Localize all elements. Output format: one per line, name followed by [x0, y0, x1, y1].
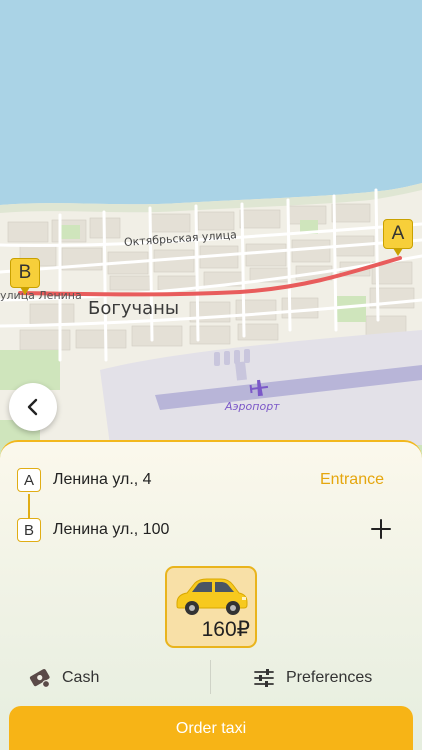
map-pin-a[interactable]: A — [383, 219, 413, 256]
tariff-price: 160₽ — [201, 618, 250, 641]
payment-method-label: Cash — [62, 669, 100, 686]
back-button[interactable] — [9, 383, 57, 431]
sliders-icon — [254, 669, 274, 687]
tariff-card[interactable]: 160₽ — [165, 566, 257, 648]
order-sheet: A Ленина ул., 4 Entrance B Ленина ул., 1… — [0, 440, 422, 750]
order-taxi-button[interactable]: Order taxi — [9, 706, 413, 750]
cash-icon — [29, 669, 50, 688]
plus-icon — [371, 519, 391, 539]
map-canvas — [0, 0, 422, 470]
preferences-button[interactable]: Preferences — [254, 664, 372, 692]
add-stop-button[interactable] — [367, 515, 395, 543]
chevron-left-icon — [27, 398, 38, 416]
options-row: Cash Preferences — [0, 660, 422, 696]
payment-method-button[interactable]: Cash — [28, 664, 99, 692]
map-view[interactable]: Октябрьская улица улица Ленина Богучаны … — [0, 0, 422, 470]
preferences-label: Preferences — [286, 669, 373, 686]
to-address-row[interactable]: B Ленина ул., 100 — [0, 511, 422, 551]
from-address-row[interactable]: A Ленина ул., 4 Entrance — [0, 461, 422, 501]
from-letter-badge: A — [17, 468, 41, 492]
entrance-button[interactable]: Entrance — [320, 471, 384, 489]
options-divider — [210, 660, 211, 694]
to-address[interactable]: Ленина ул., 100 — [53, 521, 169, 539]
taxi-car-icon — [176, 578, 248, 615]
map-pin-b[interactable]: B — [10, 258, 40, 295]
pin-b-letter: B — [18, 262, 32, 283]
to-letter-badge: B — [17, 518, 41, 542]
pin-a-letter: A — [391, 223, 405, 244]
from-address[interactable]: Ленина ул., 4 — [53, 471, 152, 489]
